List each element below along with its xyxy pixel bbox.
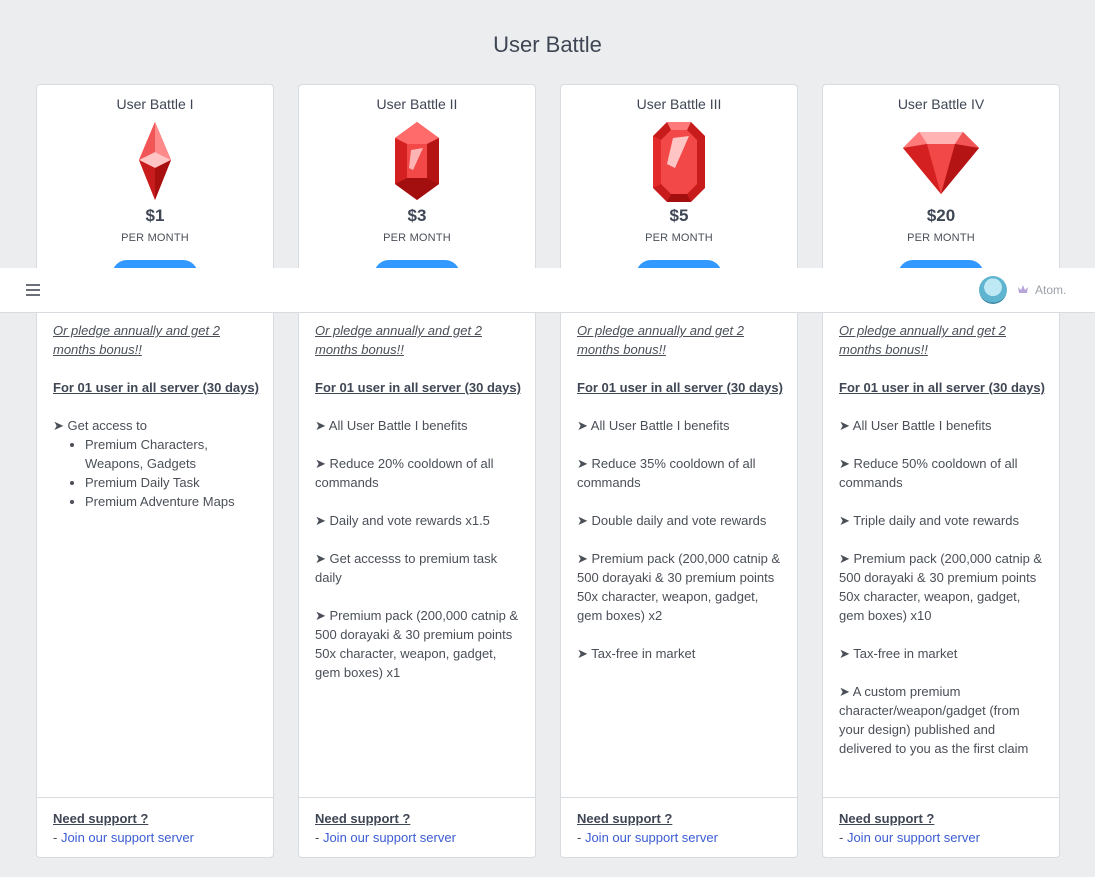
- support-prefix: -: [839, 830, 847, 845]
- benefit-list: ➤ All User Battle I benefits ➤ Reduce 20…: [315, 416, 521, 682]
- tier-card-1: User Battle I $1 PER MONTH Or pledge ann…: [36, 84, 274, 858]
- support-heading: Need support ?: [577, 811, 673, 826]
- annual-pledge-link[interactable]: Or pledge annually and get 2 months bonu…: [315, 321, 521, 359]
- tier-price: $3: [407, 206, 427, 225]
- red-hexagon-gem-icon: [395, 122, 439, 200]
- support-server-link[interactable]: Join our support server: [61, 830, 194, 845]
- tier-card-3: User Battle III $5 PER MONTH Or pledge a…: [560, 84, 798, 858]
- tier-body: Or pledge annually and get 2 months bonu…: [53, 321, 259, 530]
- support-server-link[interactable]: Join our support server: [585, 830, 718, 845]
- benefit-item: ➤ Premium pack (200,000 catnip & 500 dor…: [315, 608, 519, 680]
- support-server-link[interactable]: Join our support server: [323, 830, 456, 845]
- price-period: PER MONTH: [645, 232, 713, 244]
- benefit-list: ➤ All User Battle I benefits ➤ Reduce 50…: [839, 416, 1045, 758]
- sub-benefit-list: Premium Characters, Weapons, Gadgets Pre…: [53, 435, 259, 511]
- benefit-item: ➤ Reduce 50% cooldown of all commands: [839, 456, 1018, 490]
- sub-benefit-item: Premium Daily Task: [85, 473, 259, 492]
- tier-title: User Battle II: [376, 96, 458, 112]
- support-footer: Need support ? - Join our support server: [37, 797, 273, 857]
- tier-card-4: User Battle IV $20 PER MONTH Or pledge a…: [822, 84, 1060, 858]
- benefit-item: ➤ Get access to Premium Characters, Weap…: [53, 416, 259, 511]
- crown-icon: [1018, 285, 1028, 293]
- benefit-item: ➤ Tax-free in market: [577, 646, 696, 661]
- pricing-cards: User Battle I $1 PER MONTH Or pledge ann…: [36, 84, 1060, 858]
- benefit-item: ➤ Reduce 20% cooldown of all commands: [315, 456, 494, 490]
- benefit-item: ➤ Double daily and vote rewards: [577, 513, 767, 528]
- support-line: - Join our support server: [315, 828, 519, 847]
- tier-body: Or pledge annually and get 2 months bonu…: [577, 321, 783, 682]
- support-line: - Join our support server: [53, 828, 257, 847]
- benefit-item: ➤ A custom premium character/weapon/gadg…: [839, 684, 1029, 756]
- tier-price: $20: [926, 206, 956, 225]
- tier-scope: For 01 user in all server (30 days): [315, 380, 521, 395]
- avatar[interactable]: [979, 276, 1007, 304]
- benefit-item: ➤ All User Battle I benefits: [577, 418, 730, 433]
- red-crystal-shard-icon: [139, 122, 171, 200]
- benefit-item: ➤ All User Battle I benefits: [839, 418, 992, 433]
- support-footer: Need support ? - Join our support server: [299, 797, 535, 857]
- annual-pledge-link[interactable]: Or pledge annually and get 2 months bonu…: [839, 321, 1045, 359]
- tier-price: $5: [669, 206, 689, 225]
- benefit-item: ➤ Triple daily and vote rewards: [839, 513, 1019, 528]
- price-period: PER MONTH: [383, 232, 451, 244]
- support-server-link[interactable]: Join our support server: [847, 830, 980, 845]
- tier-body: Or pledge annually and get 2 months bonu…: [839, 321, 1045, 777]
- benefit-item: ➤ Daily and vote rewards x1.5: [315, 513, 490, 528]
- support-line: - Join our support server: [577, 828, 781, 847]
- tier-scope: For 01 user in all server (30 days): [577, 380, 783, 395]
- top-navbar: Atom.: [0, 268, 1095, 313]
- support-prefix: -: [315, 830, 323, 845]
- tier-title: User Battle I: [116, 96, 194, 112]
- price-period: PER MONTH: [121, 232, 189, 244]
- benefit-item: ➤ All User Battle I benefits: [315, 418, 468, 433]
- benefit-item: ➤ Premium pack (200,000 catnip & 500 dor…: [839, 551, 1043, 623]
- support-footer: Need support ? - Join our support server: [823, 797, 1059, 857]
- tier-price: $1: [145, 206, 165, 225]
- sub-benefit-item: Premium Characters, Weapons, Gadgets: [85, 435, 259, 473]
- benefit-item: ➤ Reduce 35% cooldown of all commands: [577, 456, 756, 490]
- support-line: - Join our support server: [839, 828, 1043, 847]
- support-heading: Need support ?: [53, 811, 149, 826]
- tier-title: User Battle III: [636, 96, 722, 112]
- tier-card-2: User Battle II $3 PER MONTH Or pledge an…: [298, 84, 536, 858]
- annual-pledge-link[interactable]: Or pledge annually and get 2 months bonu…: [577, 321, 783, 359]
- tier-scope: For 01 user in all server (30 days): [53, 380, 259, 395]
- user-name[interactable]: Atom.: [1035, 283, 1066, 297]
- support-heading: Need support ?: [315, 811, 411, 826]
- benefit-list: ➤ Get access to Premium Characters, Weap…: [53, 416, 259, 511]
- price-period: PER MONTH: [907, 232, 975, 244]
- page-title: User Battle: [493, 32, 602, 57]
- tier-body: Or pledge annually and get 2 months bonu…: [315, 321, 521, 701]
- support-footer: Need support ? - Join our support server: [561, 797, 797, 857]
- support-prefix: -: [577, 830, 585, 845]
- tier-scope: For 01 user in all server (30 days): [839, 380, 1045, 395]
- support-heading: Need support ?: [839, 811, 935, 826]
- benefit-list: ➤ All User Battle I benefits ➤ Reduce 35…: [577, 416, 783, 663]
- benefit-item: ➤ Tax-free in market: [839, 646, 958, 661]
- tier-title: User Battle IV: [897, 96, 985, 112]
- benefit-intro: ➤ Get access to: [53, 418, 147, 433]
- support-prefix: -: [53, 830, 61, 845]
- annual-pledge-link[interactable]: Or pledge annually and get 2 months bonu…: [53, 321, 259, 359]
- benefit-item: ➤ Get accesss to premium task daily: [315, 551, 498, 585]
- sub-benefit-item: Premium Adventure Maps: [85, 492, 259, 511]
- benefit-item: ➤ Premium pack (200,000 catnip & 500 dor…: [577, 551, 781, 623]
- hamburger-menu-icon[interactable]: [26, 284, 40, 296]
- red-octagon-gem-icon: [653, 122, 705, 202]
- red-diamond-icon: [903, 132, 979, 194]
